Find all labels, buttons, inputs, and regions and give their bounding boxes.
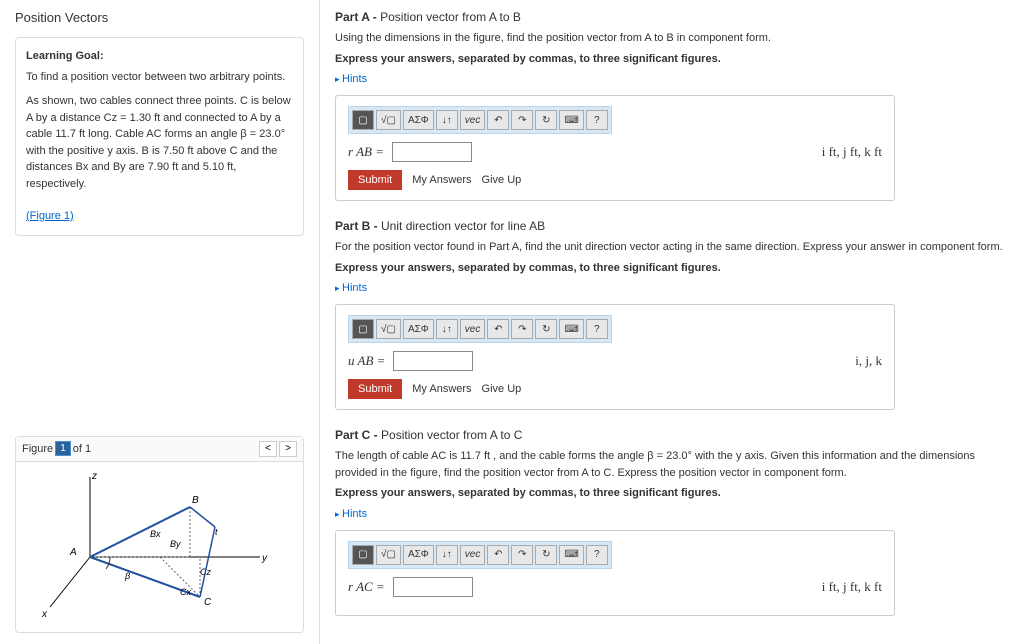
part-a-submit[interactable]: Submit [348,170,402,190]
figure-panel: Figure 1 of 1 < > z y x A B [15,436,304,633]
svg-text:β: β [124,571,130,581]
svg-text:y: y [261,553,268,564]
svg-text:C: C [204,597,212,608]
part-a: Part A - Position vector from A to B Usi… [335,10,1009,201]
part-b-instruct: Express your answers, separated by comma… [335,260,1009,277]
part-b-title: Part B - Unit direction vector for line … [335,219,1009,233]
part-b-myanswers[interactable]: My Answers [412,383,471,395]
part-b-submit[interactable]: Submit [348,379,402,399]
templates-button[interactable]: ▢ [352,319,374,339]
part-a-hints[interactable]: Hints [335,73,1009,85]
greek-button[interactable]: ΑΣΦ [403,545,434,565]
part-b-hints[interactable]: Hints [335,282,1009,294]
part-b-desc: For the position vector found in Part A,… [335,239,1009,256]
svg-text:x: x [41,609,48,620]
svg-text:Bx: Bx [150,529,161,539]
help-button[interactable]: ? [586,319,608,339]
part-a-answer-box: ▢ √▢ ΑΣΦ ↓↑ vec ↶ ↷ ↻ ⌨ ? r AB = i ft, j… [335,95,895,201]
svg-text:A: A [69,547,77,558]
arrows-button[interactable]: ↓↑ [436,319,458,339]
sqrt-button[interactable]: √▢ [376,545,401,565]
svg-text:B: B [192,495,199,506]
undo-button[interactable]: ↶ [487,110,509,130]
arrows-button[interactable]: ↓↑ [436,545,458,565]
part-b-answer-box: ▢ √▢ ΑΣΦ ↓↑ vec ↶ ↷ ↻ ⌨ ? u AB = i, j, k [335,304,895,410]
figure-link[interactable]: (Figure 1) [26,208,74,225]
undo-button[interactable]: ↶ [487,545,509,565]
redo-button[interactable]: ↷ [511,110,533,130]
learning-goal-box: Learning Goal: To find a position vector… [15,37,304,236]
figure-of: of 1 [73,443,91,455]
redo-button[interactable]: ↷ [511,319,533,339]
part-c-input[interactable] [393,577,473,597]
help-button[interactable]: ? [586,110,608,130]
page-title: Position Vectors [15,10,304,25]
figure-prev-button[interactable]: < [259,441,277,457]
arrows-button[interactable]: ↓↑ [436,110,458,130]
vec-button[interactable]: vec [460,319,486,339]
greek-button[interactable]: ΑΣΦ [403,110,434,130]
keyboard-button[interactable]: ⌨ [559,319,583,339]
keyboard-button[interactable]: ⌨ [559,110,583,130]
part-b-input[interactable] [393,351,473,371]
part-c-units: i ft, j ft, k ft [822,579,882,595]
part-a-input[interactable] [392,142,472,162]
svg-text:z: z [91,471,97,482]
sqrt-button[interactable]: √▢ [376,319,401,339]
part-a-units: i ft, j ft, k ft [822,144,882,160]
part-a-title: Part A - Position vector from A to B [335,10,1009,24]
part-b-giveup[interactable]: Give Up [482,383,522,395]
part-c-answer-box: ▢ √▢ ΑΣΦ ↓↑ vec ↶ ↷ ↻ ⌨ ? r AC = i ft, j… [335,530,895,616]
part-c-toolbar: ▢ √▢ ΑΣΦ ↓↑ vec ↶ ↷ ↻ ⌨ ? [348,541,612,569]
part-b-units: i, j, k [855,353,882,369]
goal-label: Learning Goal: [26,48,293,65]
sqrt-button[interactable]: √▢ [376,110,401,130]
part-a-desc: Using the dimensions in the figure, find… [335,30,1009,47]
redo-button[interactable]: ↷ [511,545,533,565]
templates-button[interactable]: ▢ [352,545,374,565]
part-c-instruct: Express your answers, separated by comma… [335,485,1009,502]
figure-next-button[interactable]: > [279,441,297,457]
vec-button[interactable]: vec [460,110,486,130]
problem-description: As shown, two cables connect three point… [26,93,293,192]
part-c: Part C - Position vector from A to C The… [335,428,1009,616]
part-a-giveup[interactable]: Give Up [482,174,522,186]
part-b-toolbar: ▢ √▢ ΑΣΦ ↓↑ vec ↶ ↷ ↻ ⌨ ? [348,315,612,343]
svg-text:By: By [170,539,181,549]
goal-text: To find a position vector between two ar… [26,69,293,86]
greek-button[interactable]: ΑΣΦ [403,319,434,339]
part-a-toolbar: ▢ √▢ ΑΣΦ ↓↑ vec ↶ ↷ ↻ ⌨ ? [348,106,612,134]
part-a-var: r AB = [348,144,384,160]
reset-button[interactable]: ↻ [535,110,557,130]
part-a-myanswers[interactable]: My Answers [412,174,471,186]
part-b: Part B - Unit direction vector for line … [335,219,1009,410]
part-b-var: u AB = [348,353,385,369]
part-c-desc: The length of cable AC is 11.7 ft , and … [335,448,1009,481]
keyboard-button[interactable]: ⌨ [559,545,583,565]
help-button[interactable]: ? [586,545,608,565]
part-c-hints[interactable]: Hints [335,508,1009,520]
figure-label: Figure [22,443,53,455]
svg-text:Cx: Cx [180,587,191,597]
templates-button[interactable]: ▢ [352,110,374,130]
figure-diagram: z y x A B C Bx By t Cz [16,462,303,632]
svg-text:t: t [215,527,218,537]
vec-button[interactable]: vec [460,545,486,565]
undo-button[interactable]: ↶ [487,319,509,339]
figure-number[interactable]: 1 [55,441,71,456]
part-c-var: r AC = [348,579,385,595]
reset-button[interactable]: ↻ [535,545,557,565]
reset-button[interactable]: ↻ [535,319,557,339]
part-c-title: Part C - Position vector from A to C [335,428,1009,442]
part-a-instruct: Express your answers, separated by comma… [335,51,1009,68]
